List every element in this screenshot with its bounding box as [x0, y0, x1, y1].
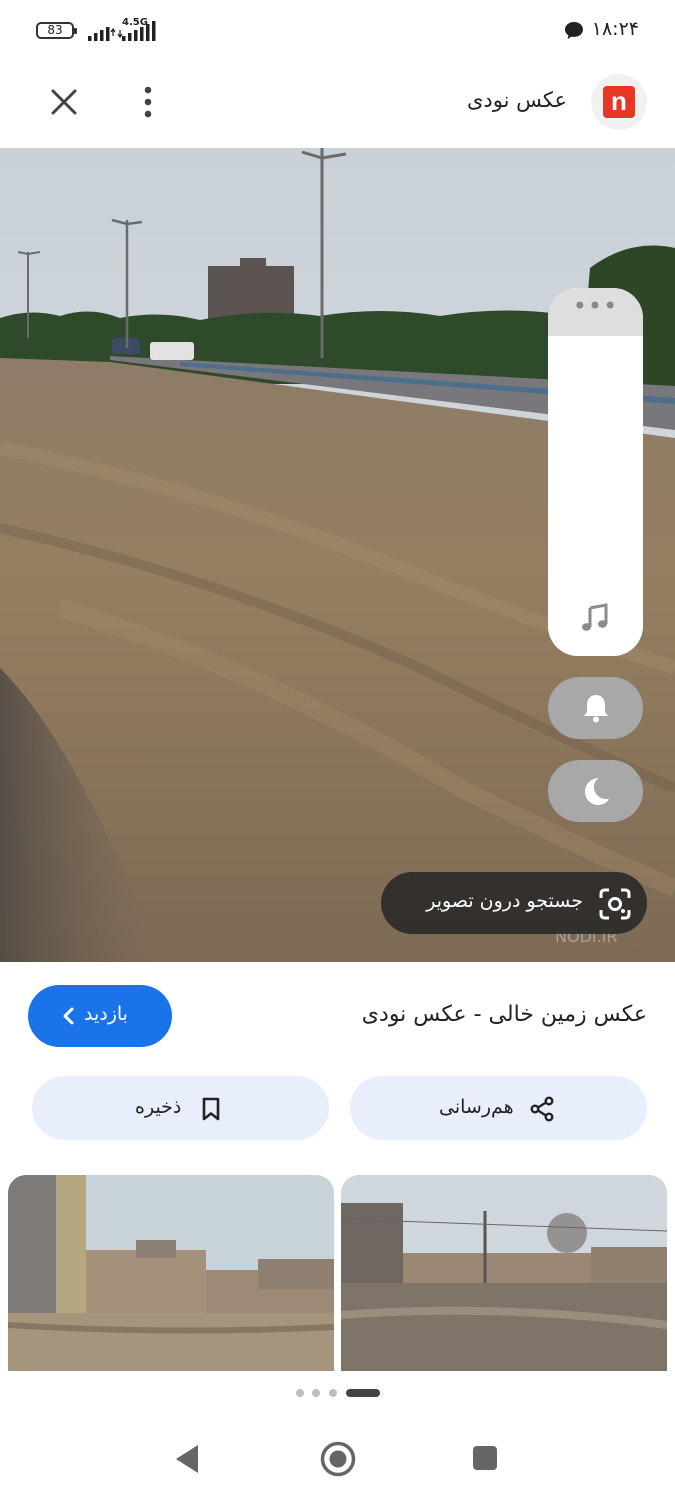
site-name[interactable]: عکس نودی	[467, 88, 567, 112]
carousel-dot	[329, 1389, 337, 1397]
carousel-dot	[312, 1389, 320, 1397]
share-button[interactable]: هم‌رسانی	[350, 1076, 647, 1140]
status-bar: 83 4.5G ۱۸:۲۴	[0, 0, 675, 62]
site-logo-letter: n	[603, 86, 635, 118]
share-icon	[530, 1096, 554, 1122]
save-button-label: ذخیره	[135, 1096, 182, 1118]
chat-bubble-icon	[565, 22, 583, 39]
close-icon[interactable]	[44, 82, 84, 122]
related-image[interactable]	[341, 1175, 667, 1371]
save-button[interactable]: ذخیره	[32, 1076, 329, 1140]
music-note-icon[interactable]	[579, 602, 611, 634]
moon-icon	[585, 778, 609, 805]
visit-button[interactable]: بازدید	[28, 985, 172, 1047]
image-caption: عکس زمین خالی - عکس نودی	[361, 1002, 647, 1027]
back-icon[interactable]	[172, 1443, 202, 1475]
lens-icon	[599, 888, 631, 920]
carousel-dot	[296, 1389, 304, 1397]
network-type: 4.5G	[122, 17, 148, 28]
search-in-image-button[interactable]: جستجو درون تصویر	[381, 872, 647, 934]
more-vert-icon[interactable]	[132, 82, 164, 122]
related-image-photo	[341, 1175, 667, 1371]
visit-button-label: بازدید	[84, 1003, 128, 1025]
status-clock: ۱۸:۲۴	[591, 18, 639, 40]
recent-apps-icon[interactable]	[472, 1445, 498, 1471]
battery-indicator: 83	[36, 22, 77, 39]
share-button-label: هم‌رسانی	[439, 1096, 514, 1118]
site-logo[interactable]: n	[591, 74, 647, 130]
bell-icon	[584, 695, 608, 723]
bell-button[interactable]	[548, 677, 643, 739]
app-header: عکس نودی n	[0, 62, 675, 148]
search-in-image-label: جستجو درون تصویر	[426, 890, 583, 912]
home-icon[interactable]	[319, 1440, 357, 1478]
related-image-photo	[8, 1175, 334, 1371]
moon-button[interactable]	[548, 760, 643, 822]
related-image[interactable]	[8, 1175, 334, 1371]
more-horiz-icon[interactable]: •••	[548, 288, 643, 336]
chevron-left-icon	[63, 1007, 74, 1025]
floating-side-panel[interactable]: •••	[548, 288, 643, 656]
bookmark-icon	[202, 1097, 220, 1121]
system-nav-bar	[0, 1415, 675, 1500]
carousel-dot-active	[346, 1389, 380, 1397]
